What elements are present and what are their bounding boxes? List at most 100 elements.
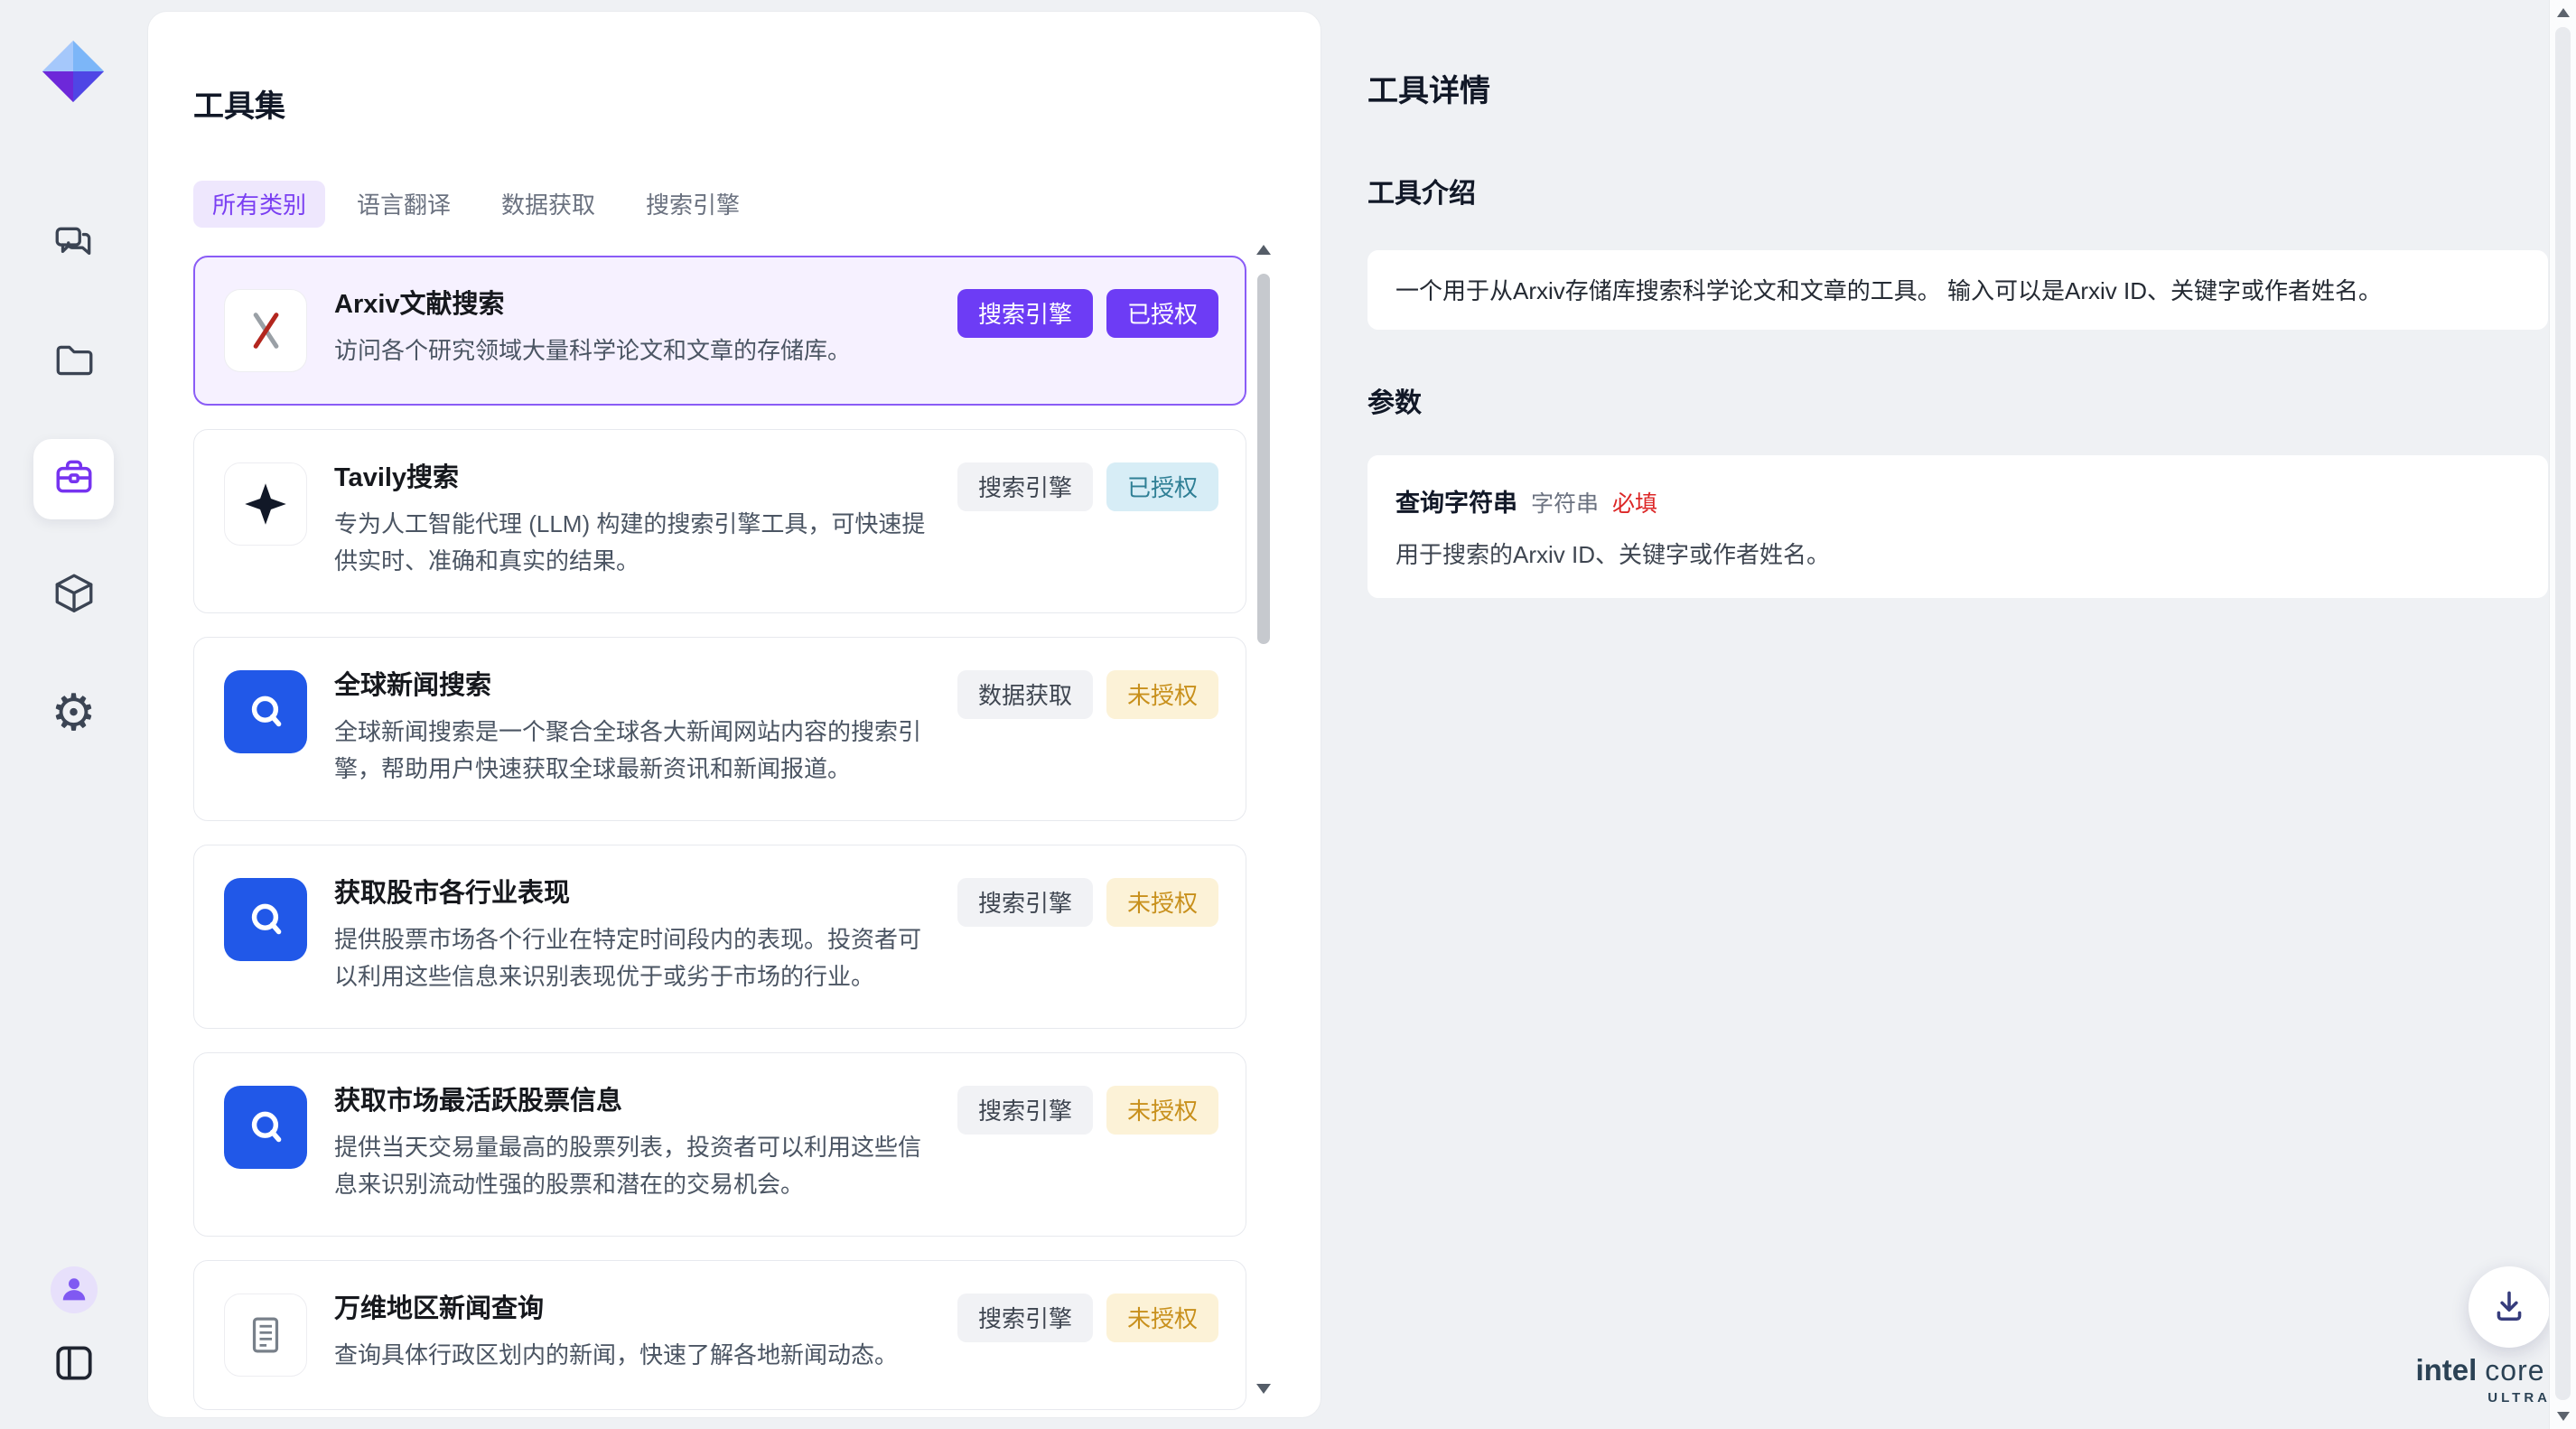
sidebar-toggle-button[interactable]	[51, 1342, 97, 1387]
param-type: 字符串	[1531, 486, 1599, 518]
intel-wordmark: intel	[2415, 1353, 2477, 1387]
cube-icon	[51, 571, 97, 621]
param-required-badge: 必填	[1612, 486, 1657, 518]
page-scrollbar-thumb[interactable]	[2555, 27, 2571, 1400]
news-logo-icon	[224, 1294, 307, 1377]
chat-icon	[51, 221, 97, 271]
tool-category-badge: 搜索引擎	[957, 1086, 1093, 1135]
sidebar-toggle-icon	[51, 1340, 97, 1390]
tool-category-badge: 数据获取	[957, 670, 1093, 719]
intro-text: 一个用于从Arxiv存储库搜索科学论文和文章的工具。 输入可以是Arxiv ID…	[1395, 273, 2382, 306]
tool-description: 提供股票市场各个行业在特定时间段内的表现。投资者可以利用这些信息来识别表现优于或…	[334, 921, 944, 995]
tool-badges: 搜索引擎 已授权	[957, 289, 1218, 338]
tool-title: 获取股市各行业表现	[334, 878, 944, 909]
page-scroll-up-icon[interactable]	[2557, 8, 2570, 17]
scrollbar-thumb[interactable]	[1257, 274, 1270, 644]
intro-card: 一个用于从Arxiv存储库搜索科学论文和文章的工具。 输入可以是Arxiv ID…	[1367, 250, 2548, 330]
tool-list: Arxiv文献搜索 访问各个研究领域大量科学论文和文章的存储库。 搜索引擎 已授…	[193, 256, 1246, 1410]
param-header: 查询字符串 字符串 必填	[1395, 483, 2520, 518]
category-tabs: 所有类别语言翻译数据获取搜索引擎	[193, 181, 1321, 228]
sidebar-item-tools[interactable]	[33, 439, 114, 519]
tool-description: 查询具体行政区划内的新闻，快速了解各地新闻动态。	[334, 1337, 944, 1374]
sidebar-item-files[interactable]	[33, 322, 114, 403]
tool-title: Arxiv文献搜索	[334, 289, 944, 320]
app-logo-icon	[38, 36, 108, 107]
gear-icon: ⚙	[51, 687, 96, 738]
tool-badges: 搜索引擎 未授权	[957, 1294, 1218, 1342]
tool-category-badge: 搜索引擎	[957, 1294, 1093, 1342]
tool-status-badge: 未授权	[1106, 878, 1218, 927]
tool-status-badge: 未授权	[1106, 1086, 1218, 1135]
page-scroll-down-icon[interactable]	[2557, 1412, 2570, 1421]
tool-description: 专为人工智能代理 (LLM) 构建的搜索引擎工具，可快速提供实时、准确和真实的结…	[334, 506, 944, 580]
details-title: 工具详情	[1367, 73, 2549, 109]
tool-status-badge: 已授权	[1106, 462, 1218, 511]
sidebar-item-models[interactable]	[33, 556, 114, 636]
download-icon	[2490, 1286, 2528, 1329]
tool-status-badge: 已授权	[1106, 289, 1218, 338]
page-scrollbar[interactable]	[2549, 0, 2576, 1429]
tools-panel-title: 工具集	[193, 89, 1321, 125]
tool-card-body: 全球新闻搜索 全球新闻搜索是一个聚合全球各大新闻网站内容的搜索引擎，帮助用户快速…	[334, 670, 944, 788]
param-description: 用于搜索的Arxiv ID、关键字或作者姓名。	[1395, 537, 2520, 570]
user-avatar[interactable]	[51, 1266, 98, 1313]
tool-card[interactable]: 获取市场最活跃股票信息 提供当天交易量最高的股票列表，投资者可以利用这些信息来识…	[193, 1052, 1246, 1237]
tool-card[interactable]: 获取股市各行业表现 提供股票市场各个行业在特定时间段内的表现。投资者可以利用这些…	[193, 845, 1246, 1029]
tool-card-body: Tavily搜索 专为人工智能代理 (LLM) 构建的搜索引擎工具，可快速提供实…	[334, 462, 944, 580]
tool-status-badge: 未授权	[1106, 670, 1218, 719]
tool-description: 访问各个研究领域大量科学论文和文章的存储库。	[334, 332, 944, 369]
scroll-up-arrow-icon[interactable]	[1256, 245, 1271, 255]
briefcase-icon	[51, 454, 97, 504]
sidebar-nav: ⚙	[33, 206, 114, 752]
tavily-logo-icon	[224, 462, 307, 546]
tool-category-badge: 搜索引擎	[957, 878, 1093, 927]
user-avatar-icon	[60, 1274, 89, 1307]
tool-card[interactable]: Tavily搜索 专为人工智能代理 (LLM) 构建的搜索引擎工具，可快速提供实…	[193, 429, 1246, 613]
tool-details-panel: 工具详情 工具介绍 一个用于从Arxiv存储库搜索科学论文和文章的工具。 输入可…	[1321, 0, 2549, 1429]
q-logo-icon	[224, 670, 307, 753]
tool-title: 万维地区新闻查询	[334, 1294, 944, 1324]
core-wordmark: core	[2485, 1354, 2544, 1387]
tool-status-badge: 未授权	[1106, 1294, 1218, 1342]
ultra-wordmark: ULTRA	[2406, 1390, 2554, 1406]
category-tab[interactable]: 语言翻译	[338, 181, 470, 228]
tool-list-scrollbar[interactable]	[1252, 245, 1275, 1394]
sidebar-item-settings[interactable]: ⚙	[33, 672, 114, 752]
params-heading: 参数	[1367, 388, 2549, 420]
sidebar: ⚙	[0, 0, 147, 1429]
param-card: 查询字符串 字符串 必填 用于搜索的Arxiv ID、关键字或作者姓名。	[1367, 455, 2548, 598]
arxiv-logo-icon	[224, 289, 307, 372]
tool-card-body: 获取股市各行业表现 提供股票市场各个行业在特定时间段内的表现。投资者可以利用这些…	[334, 878, 944, 995]
intel-logo-row: intel core	[2406, 1353, 2554, 1387]
tool-card-body: 万维地区新闻查询 查询具体行政区划内的新闻，快速了解各地新闻动态。	[334, 1294, 944, 1377]
q-logo-icon	[224, 1086, 307, 1169]
sidebar-item-chat[interactable]	[33, 206, 114, 286]
intro-heading: 工具介绍	[1367, 178, 2549, 210]
tool-category-badge: 搜索引擎	[957, 462, 1093, 511]
category-tab[interactable]: 搜索引擎	[627, 181, 759, 228]
category-tab[interactable]: 所有类别	[193, 181, 325, 228]
param-name: 查询字符串	[1395, 483, 1517, 518]
q-logo-icon	[224, 878, 307, 961]
tool-card-body: Arxiv文献搜索 访问各个研究领域大量科学论文和文章的存储库。	[334, 289, 944, 372]
tools-panel: 工具集 所有类别语言翻译数据获取搜索引擎 Arxiv文献搜索 访问各个研究领域大…	[147, 11, 1321, 1418]
tool-title: Tavily搜索	[334, 462, 944, 493]
tool-card-body: 获取市场最活跃股票信息 提供当天交易量最高的股票列表，投资者可以利用这些信息来识…	[334, 1086, 944, 1203]
tool-card[interactable]: Arxiv文献搜索 访问各个研究领域大量科学论文和文章的存储库。 搜索引擎 已授…	[193, 256, 1246, 406]
tool-card[interactable]: 全球新闻搜索 全球新闻搜索是一个聚合全球各大新闻网站内容的搜索引擎，帮助用户快速…	[193, 637, 1246, 821]
tool-description: 全球新闻搜索是一个聚合全球各大新闻网站内容的搜索引擎，帮助用户快速获取全球最新资…	[334, 714, 944, 788]
folder-icon	[51, 338, 97, 388]
category-tab[interactable]: 数据获取	[482, 181, 614, 228]
scroll-down-arrow-icon[interactable]	[1256, 1384, 1271, 1394]
tool-title: 全球新闻搜索	[334, 670, 944, 701]
tool-card[interactable]: 万维地区新闻查询 查询具体行政区划内的新闻，快速了解各地新闻动态。 搜索引擎 未…	[193, 1260, 1246, 1410]
tool-description: 提供当天交易量最高的股票列表，投资者可以利用这些信息来识别流动性强的股票和潜在的…	[334, 1129, 944, 1203]
download-button[interactable]	[2469, 1266, 2550, 1348]
tool-category-badge: 搜索引擎	[957, 289, 1093, 338]
tool-badges: 搜索引擎 未授权	[957, 878, 1218, 927]
tool-badges: 数据获取 未授权	[957, 670, 1218, 719]
tool-title: 获取市场最活跃股票信息	[334, 1086, 944, 1116]
tool-badges: 搜索引擎 未授权	[957, 1086, 1218, 1135]
intel-core-ultra-logo: intel core ULTRA	[2406, 1353, 2554, 1406]
tool-badges: 搜索引擎 已授权	[957, 462, 1218, 511]
